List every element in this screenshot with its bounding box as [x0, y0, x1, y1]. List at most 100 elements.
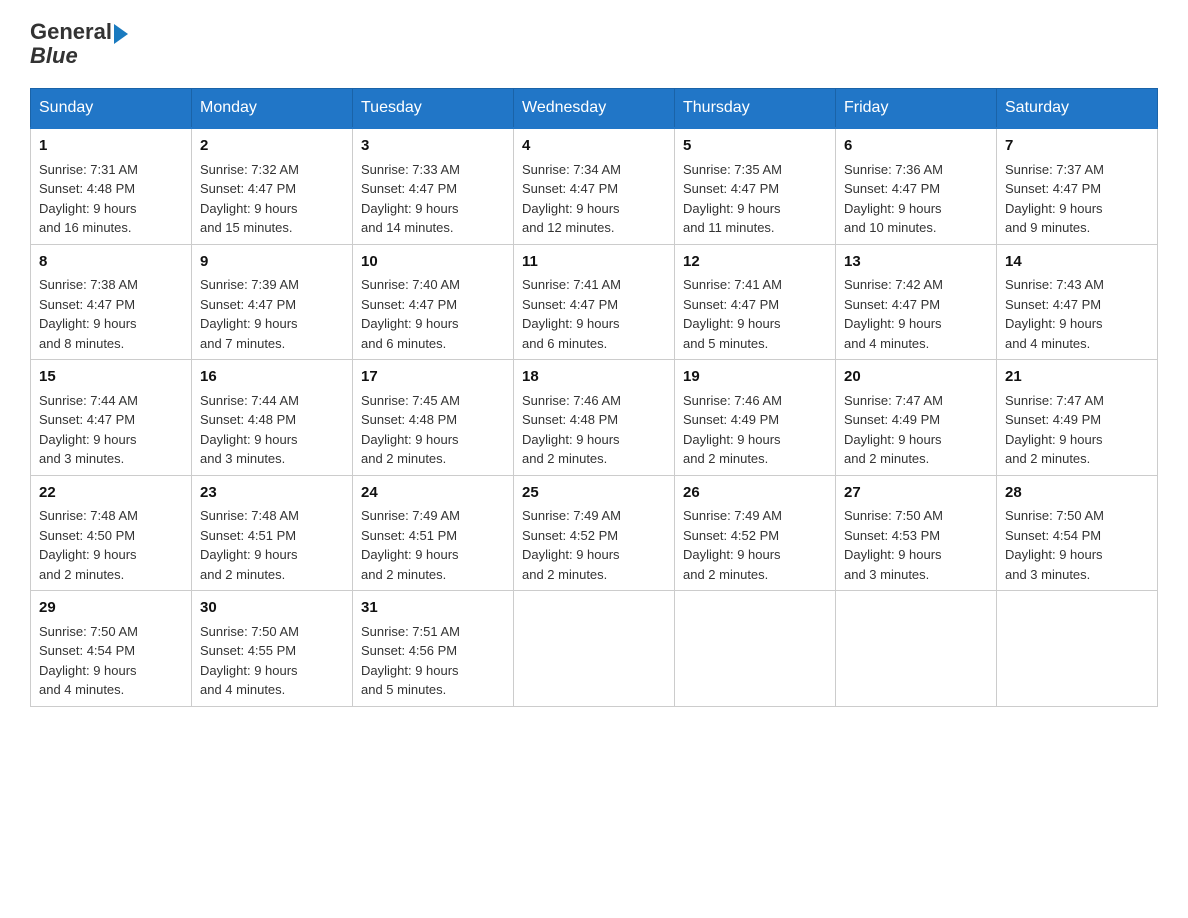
calendar-cell: 18Sunrise: 7:46 AMSunset: 4:48 PMDayligh…	[514, 360, 675, 476]
day-info: Sunrise: 7:40 AMSunset: 4:47 PMDaylight:…	[361, 277, 460, 351]
calendar-week-row: 22 Sunrise: 7:48 AMSunset: 4:50 PMDayligh…	[31, 475, 1158, 591]
calendar-day-header: Tuesday	[353, 89, 514, 129]
calendar-cell: 12 Sunrise: 7:41 AMSunset: 4:47 PMDayligh…	[675, 244, 836, 360]
day-info: Sunrise: 7:39 AMSunset: 4:47 PMDaylight:…	[200, 277, 299, 351]
logo-text-blue: Blue	[30, 44, 78, 68]
day-number: 31	[361, 597, 505, 620]
calendar-cell: 20Sunrise: 7:47 AMSunset: 4:49 PMDayligh…	[836, 360, 997, 476]
calendar-cell: 28Sunrise: 7:50 AMSunset: 4:54 PMDayligh…	[997, 475, 1158, 591]
calendar-table: SundayMondayTuesdayWednesdayThursdayFrid…	[30, 88, 1158, 707]
day-info: Sunrise: 7:31 AMSunset: 4:48 PMDaylight:…	[39, 162, 138, 236]
day-info: Sunrise: 7:48 AMSunset: 4:50 PMDaylight:…	[39, 508, 138, 582]
day-info: Sunrise: 7:49 AMSunset: 4:52 PMDaylight:…	[522, 508, 621, 582]
logo-text-general: General	[30, 20, 112, 44]
day-info: Sunrise: 7:50 AMSunset: 4:55 PMDaylight:…	[200, 624, 299, 698]
day-number: 14	[1005, 251, 1149, 274]
calendar-cell: 31 Sunrise: 7:51 AMSunset: 4:56 PMDayligh…	[353, 591, 514, 707]
day-number: 11	[522, 251, 666, 274]
day-info: Sunrise: 7:33 AMSunset: 4:47 PMDaylight:…	[361, 162, 460, 236]
calendar-cell: 29 Sunrise: 7:50 AMSunset: 4:54 PMDayligh…	[31, 591, 192, 707]
calendar-week-row: 1 Sunrise: 7:31 AMSunset: 4:48 PMDaylight…	[31, 128, 1158, 244]
day-number: 7	[1005, 135, 1149, 158]
calendar-cell: 7 Sunrise: 7:37 AMSunset: 4:47 PMDaylight…	[997, 128, 1158, 244]
day-info: Sunrise: 7:41 AMSunset: 4:47 PMDaylight:…	[683, 277, 782, 351]
calendar-cell	[997, 591, 1158, 707]
day-info: Sunrise: 7:47 AMSunset: 4:49 PMDaylight:…	[1005, 393, 1104, 467]
day-number: 10	[361, 251, 505, 274]
day-info: Sunrise: 7:49 AMSunset: 4:51 PMDaylight:…	[361, 508, 460, 582]
calendar-day-header: Saturday	[997, 89, 1158, 129]
day-info: Sunrise: 7:41 AMSunset: 4:47 PMDaylight:…	[522, 277, 621, 351]
day-number: 4	[522, 135, 666, 158]
day-number: 12	[683, 251, 827, 274]
calendar-cell: 22 Sunrise: 7:48 AMSunset: 4:50 PMDayligh…	[31, 475, 192, 591]
day-number: 23	[200, 482, 344, 505]
day-info: Sunrise: 7:32 AMSunset: 4:47 PMDaylight:…	[200, 162, 299, 236]
calendar-day-header: Monday	[192, 89, 353, 129]
day-number: 19	[683, 366, 827, 389]
logo-arrow-icon	[114, 24, 128, 44]
day-info: Sunrise: 7:49 AMSunset: 4:52 PMDaylight:…	[683, 508, 782, 582]
page-header: General Blue	[30, 20, 1158, 68]
day-number: 6	[844, 135, 988, 158]
day-number: 15	[39, 366, 183, 389]
calendar-week-row: 15 Sunrise: 7:44 AMSunset: 4:47 PMDayligh…	[31, 360, 1158, 476]
calendar-cell: 6 Sunrise: 7:36 AMSunset: 4:47 PMDaylight…	[836, 128, 997, 244]
day-number: 30	[200, 597, 344, 620]
calendar-day-header: Sunday	[31, 89, 192, 129]
day-info: Sunrise: 7:51 AMSunset: 4:56 PMDaylight:…	[361, 624, 460, 698]
calendar-cell: 30 Sunrise: 7:50 AMSunset: 4:55 PMDayligh…	[192, 591, 353, 707]
calendar-day-header: Friday	[836, 89, 997, 129]
day-number: 1	[39, 135, 183, 158]
day-info: Sunrise: 7:50 AMSunset: 4:54 PMDaylight:…	[39, 624, 138, 698]
calendar-cell: 16 Sunrise: 7:44 AMSunset: 4:48 PMDayligh…	[192, 360, 353, 476]
day-number: 20	[844, 366, 988, 389]
calendar-cell	[675, 591, 836, 707]
day-info: Sunrise: 7:38 AMSunset: 4:47 PMDaylight:…	[39, 277, 138, 351]
calendar-cell: 4Sunrise: 7:34 AMSunset: 4:47 PMDaylight…	[514, 128, 675, 244]
calendar-cell: 8 Sunrise: 7:38 AMSunset: 4:47 PMDaylight…	[31, 244, 192, 360]
day-info: Sunrise: 7:46 AMSunset: 4:49 PMDaylight:…	[683, 393, 782, 467]
day-number: 22	[39, 482, 183, 505]
day-number: 2	[200, 135, 344, 158]
calendar-cell: 14 Sunrise: 7:43 AMSunset: 4:47 PMDayligh…	[997, 244, 1158, 360]
calendar-cell: 21 Sunrise: 7:47 AMSunset: 4:49 PMDayligh…	[997, 360, 1158, 476]
logo: General Blue	[30, 20, 128, 68]
day-info: Sunrise: 7:35 AMSunset: 4:47 PMDaylight:…	[683, 162, 782, 236]
calendar-week-row: 29 Sunrise: 7:50 AMSunset: 4:54 PMDayligh…	[31, 591, 1158, 707]
calendar-cell: 5 Sunrise: 7:35 AMSunset: 4:47 PMDaylight…	[675, 128, 836, 244]
calendar-cell: 24Sunrise: 7:49 AMSunset: 4:51 PMDayligh…	[353, 475, 514, 591]
day-number: 21	[1005, 366, 1149, 389]
day-info: Sunrise: 7:37 AMSunset: 4:47 PMDaylight:…	[1005, 162, 1104, 236]
calendar-week-row: 8 Sunrise: 7:38 AMSunset: 4:47 PMDaylight…	[31, 244, 1158, 360]
calendar-header-row: SundayMondayTuesdayWednesdayThursdayFrid…	[31, 89, 1158, 129]
calendar-cell: 23 Sunrise: 7:48 AMSunset: 4:51 PMDayligh…	[192, 475, 353, 591]
day-number: 28	[1005, 482, 1149, 505]
day-info: Sunrise: 7:43 AMSunset: 4:47 PMDaylight:…	[1005, 277, 1104, 351]
day-info: Sunrise: 7:44 AMSunset: 4:48 PMDaylight:…	[200, 393, 299, 467]
calendar-cell: 15 Sunrise: 7:44 AMSunset: 4:47 PMDayligh…	[31, 360, 192, 476]
day-number: 26	[683, 482, 827, 505]
day-info: Sunrise: 7:42 AMSunset: 4:47 PMDaylight:…	[844, 277, 943, 351]
day-number: 17	[361, 366, 505, 389]
day-number: 8	[39, 251, 183, 274]
calendar-day-header: Thursday	[675, 89, 836, 129]
day-info: Sunrise: 7:45 AMSunset: 4:48 PMDaylight:…	[361, 393, 460, 467]
calendar-cell: 27 Sunrise: 7:50 AMSunset: 4:53 PMDayligh…	[836, 475, 997, 591]
day-number: 13	[844, 251, 988, 274]
day-number: 18	[522, 366, 666, 389]
day-number: 16	[200, 366, 344, 389]
calendar-cell: 17 Sunrise: 7:45 AMSunset: 4:48 PMDayligh…	[353, 360, 514, 476]
day-info: Sunrise: 7:50 AMSunset: 4:53 PMDaylight:…	[844, 508, 943, 582]
day-number: 5	[683, 135, 827, 158]
day-number: 27	[844, 482, 988, 505]
day-number: 29	[39, 597, 183, 620]
calendar-cell: 25Sunrise: 7:49 AMSunset: 4:52 PMDayligh…	[514, 475, 675, 591]
calendar-cell: 9Sunrise: 7:39 AMSunset: 4:47 PMDaylight…	[192, 244, 353, 360]
calendar-cell: 19 Sunrise: 7:46 AMSunset: 4:49 PMDayligh…	[675, 360, 836, 476]
day-info: Sunrise: 7:48 AMSunset: 4:51 PMDaylight:…	[200, 508, 299, 582]
day-info: Sunrise: 7:36 AMSunset: 4:47 PMDaylight:…	[844, 162, 943, 236]
calendar-cell	[514, 591, 675, 707]
day-info: Sunrise: 7:44 AMSunset: 4:47 PMDaylight:…	[39, 393, 138, 467]
calendar-cell	[836, 591, 997, 707]
